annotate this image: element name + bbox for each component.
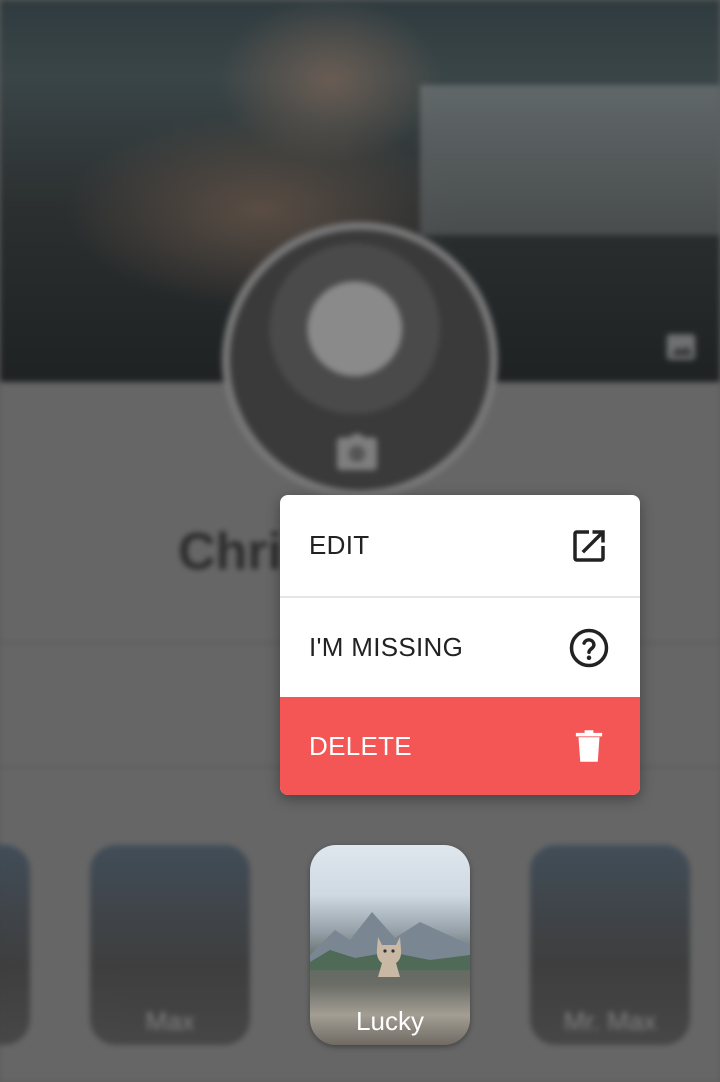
menu-item-im-missing[interactable]: I'M MISSING: [280, 596, 640, 697]
pet-name: Mr. Max: [563, 1006, 657, 1036]
help-circle-icon: [569, 628, 609, 667]
camera-icon[interactable]: [335, 432, 379, 472]
pet-name: Lucky: [356, 1006, 424, 1036]
menu-item-delete[interactable]: DELETE: [280, 697, 640, 795]
screen: Chri Max Mr. Max Lucky EDIT I'M MISSING …: [0, 0, 720, 1082]
image-icon[interactable]: [664, 330, 698, 364]
cat-image: [376, 937, 402, 977]
pet-name: Max: [145, 1006, 195, 1036]
menu-item-label: I'M MISSING: [309, 632, 464, 662]
pet-card[interactable]: [0, 845, 30, 1045]
menu-item-edit[interactable]: EDIT: [280, 495, 640, 596]
pet-card-lucky[interactable]: Lucky: [310, 845, 470, 1045]
context-menu: EDIT I'M MISSING DELETE: [280, 495, 640, 795]
pet-card-max[interactable]: Max: [90, 845, 250, 1045]
cover-lake: [420, 85, 720, 235]
trash-icon: [575, 730, 603, 762]
menu-item-label: EDIT: [309, 530, 370, 560]
open-in-new-icon: [573, 529, 605, 562]
pet-card-mr-max[interactable]: Mr. Max: [530, 845, 690, 1045]
profile-name: Chri: [178, 523, 282, 581]
menu-item-label: DELETE: [309, 730, 412, 761]
